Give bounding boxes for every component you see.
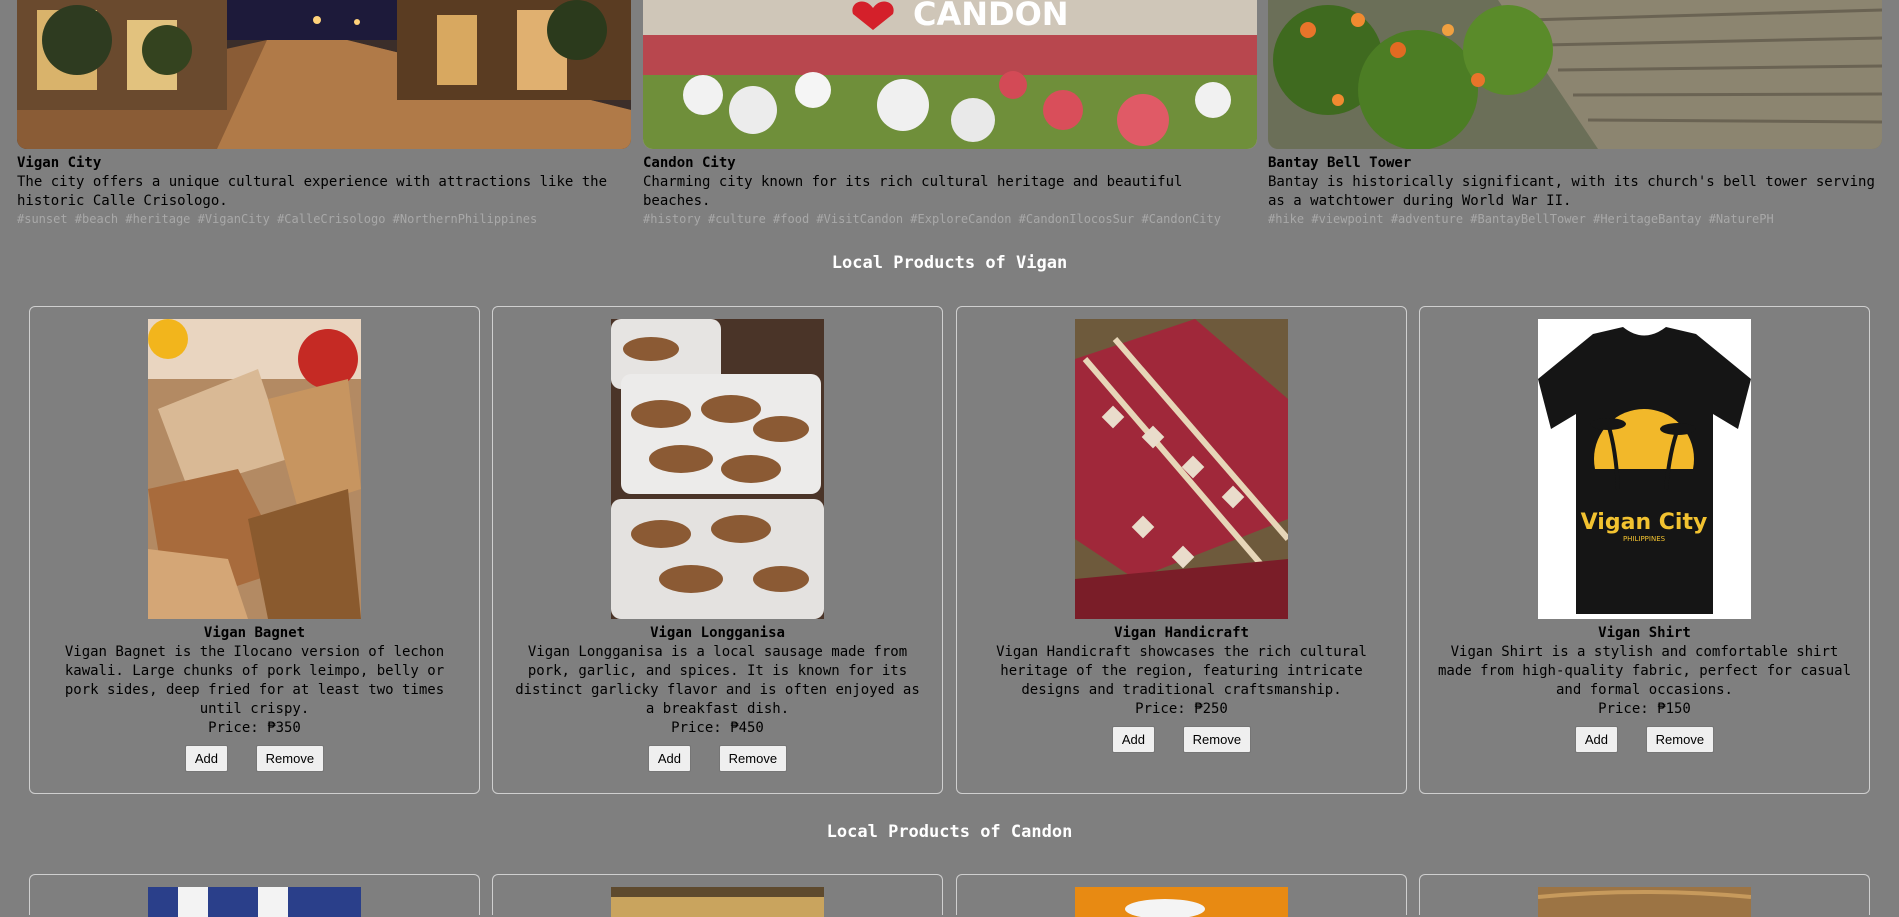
product-image: [148, 887, 361, 917]
shirt-subprint-text: PHILIPPINES: [1623, 535, 1666, 543]
destination-tags: #sunset #beach #heritage #ViganCity #Cal…: [17, 212, 538, 226]
longganisa-image: [611, 319, 824, 619]
product-description: Vigan Shirt is a stylish and comfortable…: [1437, 644, 1851, 698]
destination-tags: #hike #viewpoint #adventure #BantayBellT…: [1268, 212, 1774, 226]
product-image: [1075, 887, 1288, 917]
destination-description: Charming city known for its rich cultura…: [643, 174, 1183, 209]
add-button[interactable]: Add: [184, 745, 229, 772]
product-card-candon-2: [492, 874, 943, 917]
product-price: Price: ₱150: [1598, 701, 1691, 717]
destination-description: The city offers a unique cultural experi…: [17, 174, 608, 209]
bantay-tower-image: [1268, 0, 1882, 149]
destination-description: Bantay is historically significant, with…: [1268, 174, 1875, 209]
bagnet-image: [148, 319, 361, 619]
handicraft-image: [1075, 319, 1288, 619]
destination-title: Bantay Bell Tower: [1268, 155, 1412, 171]
product-image: [1538, 887, 1751, 917]
product-card-vigan-handicraft: Vigan Handicraft Vigan Handicraft showca…: [956, 306, 1407, 794]
product-card-candon-4: [1419, 874, 1870, 917]
destination-title: Candon City: [643, 155, 736, 171]
product-name: Vigan Handicraft: [1114, 625, 1249, 641]
add-button[interactable]: Add: [1574, 726, 1619, 753]
product-card-vigan-shirt: Vigan City PHILIPPINES Vigan Shirt Vigan…: [1419, 306, 1870, 794]
remove-button[interactable]: Remove: [255, 745, 325, 772]
product-card-vigan-bagnet: Vigan Bagnet Vigan Bagnet is the Ilocano…: [29, 306, 480, 794]
destinations-row: Vigan City The city offers a unique cult…: [17, 0, 1882, 240]
add-button[interactable]: Add: [647, 745, 692, 772]
product-price: Price: ₱450: [671, 720, 764, 736]
destination-card-bantay: Bantay Bell Tower Bantay is historically…: [1268, 0, 1882, 228]
candon-sign-image: CANDON: [643, 0, 1257, 149]
vigan-street-image: [17, 0, 631, 149]
candon-sign-text: CANDON: [913, 0, 1069, 33]
product-price: Price: ₱350: [208, 720, 301, 736]
shirt-image: Vigan City PHILIPPINES: [1538, 319, 1751, 619]
product-name: Vigan Longganisa: [650, 625, 785, 641]
product-name: Vigan Shirt: [1598, 625, 1691, 641]
product-image: [611, 887, 824, 917]
product-description: Vigan Bagnet is the Ilocano version of l…: [64, 644, 445, 717]
add-button[interactable]: Add: [1111, 726, 1156, 753]
remove-button[interactable]: Remove: [718, 745, 788, 772]
remove-button[interactable]: Remove: [1645, 726, 1715, 753]
destination-tags: #history #culture #food #VisitCandon #Ex…: [643, 212, 1221, 226]
product-description: Vigan Handicraft showcases the rich cult…: [996, 644, 1367, 698]
remove-button[interactable]: Remove: [1182, 726, 1252, 753]
destination-card-vigan: Vigan City The city offers a unique cult…: [17, 0, 631, 228]
destination-title: Vigan City: [17, 155, 102, 171]
section-title-vigan-products: Local Products of Vigan: [831, 253, 1068, 273]
destination-card-candon: CANDON Candon City Charming city known f…: [643, 0, 1257, 228]
shirt-print-text: Vigan City: [1581, 510, 1708, 535]
product-card-candon-1: [29, 874, 480, 917]
product-card-vigan-longganisa: Vigan Longganisa Vigan Longganisa is a l…: [492, 306, 943, 794]
section-title-candon-products: Local Products of Candon: [826, 822, 1073, 842]
product-description: Vigan Longganisa is a local sausage made…: [515, 644, 920, 717]
product-name: Vigan Bagnet: [203, 625, 306, 641]
product-price: Price: ₱250: [1135, 701, 1228, 717]
product-card-candon-3: [956, 874, 1407, 917]
